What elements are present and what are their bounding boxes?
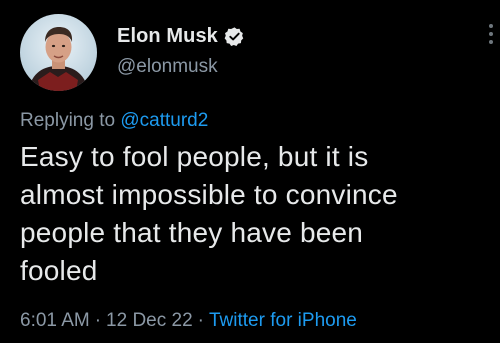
avatar[interactable] [20, 14, 97, 91]
tweet-date[interactable]: 12 Dec 22 [106, 310, 193, 331]
tweet-card: Elon Musk @elonmusk Replying to @catturd… [0, 0, 500, 343]
display-name-row: Elon Musk [117, 24, 245, 50]
author-display-name[interactable]: Elon Musk [117, 25, 218, 48]
tweet-text: Easy to fool people, but it is almost im… [20, 138, 490, 290]
avatar-image [20, 14, 97, 91]
tweet-text-line: fooled [20, 255, 98, 286]
author-handle[interactable]: @elonmusk [117, 56, 245, 78]
reply-to-handle-link[interactable]: @catturd2 [120, 110, 208, 131]
tweet-text-line: people that they have been [20, 217, 364, 248]
tweet-time[interactable]: 6:01 AM [20, 310, 90, 331]
meta-separator: · [94, 310, 102, 331]
more-dot-icon [489, 32, 493, 36]
tweet-source-link[interactable]: Twitter for iPhone [209, 310, 357, 331]
more-options-icon[interactable] [488, 24, 494, 50]
tweet-text-line: Easy to fool people, but it is [20, 141, 369, 172]
tweet-text-line: almost impossible to convince [20, 179, 398, 210]
author-names: Elon Musk @elonmusk [117, 24, 245, 78]
tweet-metadata: 6:01 AM · 12 Dec 22 · Twitter for iPhone [20, 310, 357, 332]
tweet-header: Elon Musk @elonmusk [20, 14, 245, 91]
verified-badge-icon [224, 26, 245, 47]
replying-to-label: Replying to [20, 110, 116, 131]
more-dot-icon [489, 40, 493, 44]
more-dot-icon [489, 24, 493, 28]
replying-to-line: Replying to @catturd2 [20, 110, 208, 132]
meta-separator: · [197, 310, 204, 331]
